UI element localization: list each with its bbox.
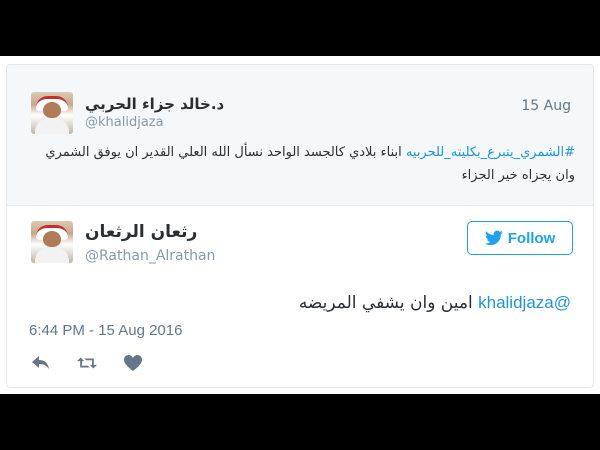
hashtag-link[interactable]: #الشمري_يتبرع_بكليته_للحربيه [406,145,575,160]
parent-author-name[interactable]: د.خالد جزاء الحربي [85,95,224,113]
reply-author-name[interactable]: رثعان الرثعان [85,222,197,242]
avatar[interactable] [31,92,73,134]
embedded-tweet-card: د.خالد جزاء الحربي @khalidjaza 15 Aug #ا… [6,64,594,388]
reply-tweet-text: @khalidjaza امين وان يشفي المريضه [299,293,571,313]
follow-label: Follow [507,229,556,247]
twitter-bird-icon [484,230,503,246]
parent-tweet-text: #الشمري_يتبرع_بكليته_للحربيه ابناء بلادي… [27,141,575,187]
tweet-actions [31,354,143,372]
reply-timestamp[interactable]: 6:44 PM - 15 Aug 2016 [29,322,182,339]
retweet-icon[interactable] [77,354,97,372]
reply-tweet-body: امين وان يشفي المريضه [298,293,473,313]
reply-author-handle[interactable]: @Rathan_Alrathan [85,248,215,264]
parent-author-handle[interactable]: @khalidjaza [85,115,164,130]
parent-tweet-date[interactable]: 15 Aug [521,98,571,114]
screenshot-area: د.خالد جزاء الحربي @khalidjaza 15 Aug #ا… [0,56,600,394]
parent-tweet[interactable]: د.خالد جزاء الحربي @khalidjaza 15 Aug #ا… [7,65,593,206]
avatar[interactable] [31,221,73,263]
mention-link[interactable]: @khalidjaza [478,293,571,312]
reply-icon[interactable] [31,354,51,372]
heart-icon[interactable] [123,354,143,372]
follow-button[interactable]: Follow [467,221,573,255]
